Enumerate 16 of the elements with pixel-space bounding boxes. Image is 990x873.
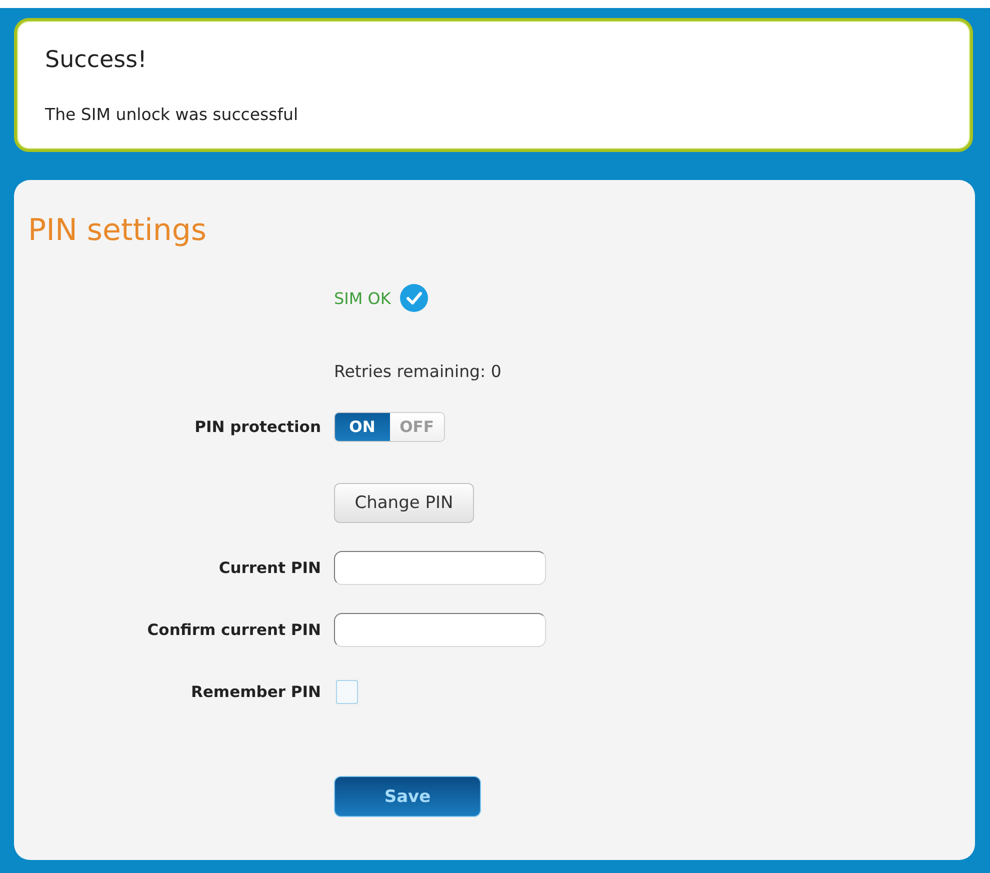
panel-title: PIN settings [28, 213, 207, 248]
retries-text: Retries remaining: 0 [334, 362, 502, 381]
pin-input-field[interactable] [334, 551, 546, 585]
checkbox[interactable] [336, 680, 358, 704]
sim-status-text: SIM OK [334, 288, 391, 308]
on-off-toggle[interactable]: ON OFF [334, 412, 445, 442]
field-label: PIN protection [194, 418, 321, 436]
pin-input-field[interactable] [334, 613, 546, 647]
change-pin-button[interactable]: Change PIN [334, 483, 474, 523]
field-label: Current PIN [218, 558, 321, 578]
field-label: Confirm current PIN [147, 620, 321, 640]
message-title: Success! [45, 47, 147, 74]
check-circle-icon [400, 284, 428, 312]
save-button[interactable]: Save [334, 776, 481, 817]
field-label: Remember PIN [190, 682, 321, 702]
message-text: The SIM unlock was successful [45, 105, 298, 124]
